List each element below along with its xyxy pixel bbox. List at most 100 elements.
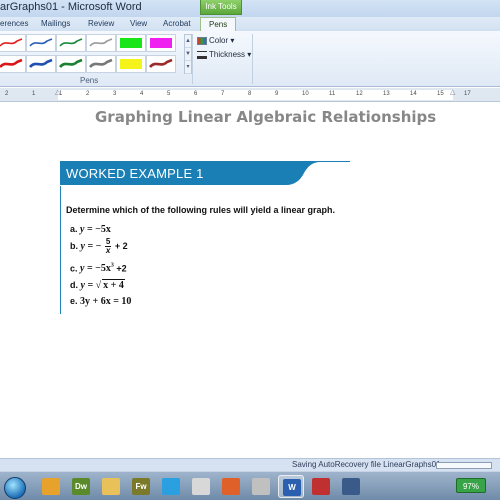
ink-tools-contextual-group: Ink Tools [200,0,242,15]
color-icon [197,36,207,45]
option-lhs: y [80,240,85,252]
window-title: arGraphs01 - Microsoft Word [0,1,142,13]
taskbar-item-windows-start-orb[interactable] [2,475,28,499]
taskbar: 97% Dw Fw W [0,471,500,500]
folder-icon [102,478,120,495]
calculator-icon [192,478,210,495]
fraction: 5 x [104,238,112,255]
thickness-icon [197,50,207,59]
ruler-number: 11 [329,91,336,97]
option-letter: b. [70,240,78,251]
worked-example-header: WORKED EXAMPLE 1 [60,161,350,186]
marker-green-icon[interactable] [56,55,86,73]
sqrt-radicand: x + 4 [102,279,125,291]
marker-gray-icon[interactable] [86,55,116,73]
tab-view[interactable]: View [130,17,147,31]
option-a: a. y = −5x [70,224,111,235]
option-post: +2 [116,263,127,274]
right-indent-marker-icon[interactable]: △ [450,88,455,96]
pen-gray-icon[interactable] [86,34,116,52]
horizontal-ruler[interactable]: 2 1 1 2 3 4 5 6 7 8 9 10 11 12 13 14 15 17 △ △ [0,88,500,102]
document-title: Graphing Linear Algebraic Relationships [95,108,437,126]
highlighter-green-icon[interactable] [116,34,146,52]
ruler-number: 12 [356,91,363,97]
firefox-icon [222,478,240,495]
group-separator [252,34,253,84]
option-letter: e. [70,296,78,306]
mailer-icon [312,478,330,495]
pens-gallery-scroll[interactable]: ▲ ▼ ▾ [184,34,192,74]
taskbar-item-paint[interactable] [248,475,274,498]
marker-brown-icon[interactable] [146,55,176,73]
taskbar-item-screen-recorder[interactable] [338,475,364,498]
marker-red-icon[interactable] [0,55,26,73]
gallery-more-icon[interactable]: ▾ [185,61,191,74]
scroll-down-icon[interactable]: ▼ [185,48,191,61]
screen-recorder-icon [342,478,360,495]
taskbar-item-mailer[interactable] [308,475,334,498]
highlighter-yellow-icon[interactable] [116,55,146,73]
pen-red-icon[interactable] [0,34,26,52]
option-post: + 2 [114,240,128,251]
color-label: Color [209,36,229,45]
tab-review[interactable]: Review [88,17,114,31]
option-lhs: y [80,280,85,291]
color-button[interactable]: Color ▾ [197,36,234,45]
taskbar-item-word[interactable]: W [278,475,304,498]
pens-gallery [0,34,190,74]
taskbar-item-folder[interactable] [98,475,124,498]
option-rhs: = −5x [86,224,111,235]
ruler-number: 3 [113,91,117,97]
tab-acrobat[interactable]: Acrobat [163,17,191,31]
ruler-number: 1 [32,91,36,97]
thickness-label: Thickness [209,50,246,59]
highlighter-magenta-icon[interactable] [146,34,176,52]
taskbar-item-fireworks[interactable]: Fw [128,475,154,498]
ruler-number: 2 [86,91,90,97]
option-rhs: = −5x [86,263,111,275]
autorecovery-status: Saving AutoRecovery file LinearGraphs01: [292,460,443,469]
ruler-number: 5 [167,91,171,97]
pen-green-icon[interactable] [56,34,86,52]
taskbar-item-firefox[interactable] [218,475,244,498]
skype-icon [162,478,180,495]
chrome-icon [42,478,60,495]
group-separator [192,34,193,84]
worked-example-label: WORKED EXAMPLE 1 [66,166,204,181]
tab-pens[interactable]: Pens [200,17,237,31]
taskbar-item-chrome[interactable] [38,475,64,498]
ruler-number: 9 [275,91,279,97]
ruler-number: 7 [221,91,225,97]
taskbar-item-calculator[interactable] [188,475,214,498]
ruler-number: 6 [194,91,198,97]
thickness-button[interactable]: Thickness ▾ [197,50,251,59]
marker-blue-icon[interactable] [26,55,56,73]
word-icon: W [283,479,301,496]
option-rhs: 3y + 6x = 10 [80,296,132,307]
tab-mailings[interactable]: Mailings [41,17,70,31]
ruler-number: 15 [437,91,444,97]
left-indent-marker-icon[interactable]: △ [55,88,60,96]
option-lhs: y [80,224,85,235]
save-progress-bar [436,462,492,469]
option-letter: c. [70,263,78,274]
option-d: d. y = √ x + 4 [70,279,125,291]
ribbon-body: ▲ ▼ ▾ Pens Color ▾ Thickness ▾ [0,31,500,87]
option-lhs: y [80,263,85,275]
option-letter: d. [70,280,78,290]
ruler-number: 4 [140,91,144,97]
title-bar: arGraphs01 - Microsoft Word Ink Tools [0,0,500,17]
tab-references[interactable]: erences [0,17,28,31]
scroll-up-icon[interactable]: ▲ [185,35,191,48]
sqrt-icon: √ [95,280,102,291]
question-text: Determine which of the following rules w… [66,205,336,215]
battery-indicator[interactable]: 97% [456,478,486,493]
option-b: b. y = − 5 x + 2 [70,238,128,255]
ruler-number: 14 [410,91,417,97]
taskbar-item-skype[interactable] [158,475,184,498]
dreamweaver-icon: Dw [72,478,90,495]
pen-blue-icon[interactable] [26,34,56,52]
taskbar-item-dreamweaver[interactable]: Dw [68,475,94,498]
option-pre: = − [87,240,102,252]
ruler-ticks: 2 1 1 2 3 4 5 6 7 8 9 10 11 12 13 14 15 17 [0,90,500,100]
